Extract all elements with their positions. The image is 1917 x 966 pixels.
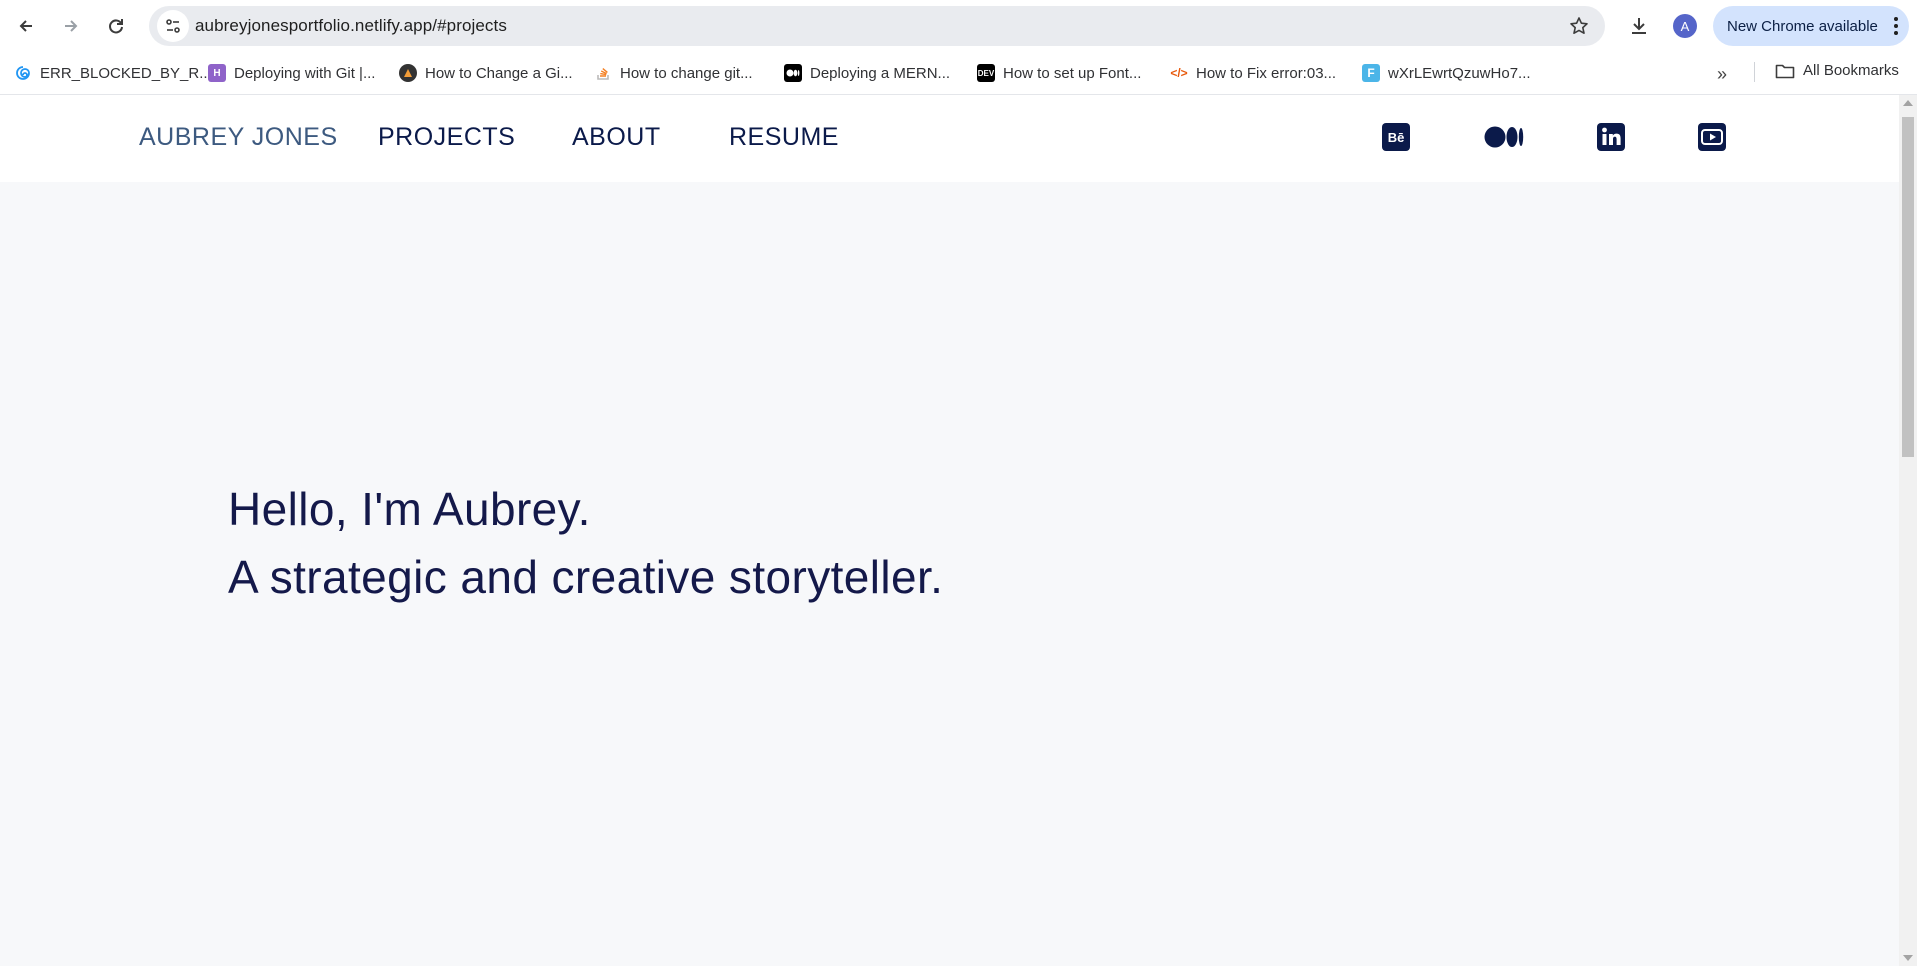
bookmark-item[interactable]: Deploying a MERN...: [784, 62, 950, 84]
hero-tagline: A strategic and creative storyteller.: [228, 551, 944, 603]
f-icon: F: [1362, 64, 1380, 82]
downloads-button[interactable]: [1625, 12, 1653, 40]
forward-button[interactable]: [55, 10, 87, 42]
folder-icon: [1775, 64, 1795, 78]
more-vert-icon: [1894, 17, 1898, 35]
swirl-icon: [14, 64, 32, 82]
download-icon: [1632, 18, 1646, 34]
update-chrome-button[interactable]: New Chrome available: [1713, 6, 1909, 46]
site-header: AUBREY JONES PROJECTS ABOUT RESUME Bē: [0, 95, 1899, 182]
back-button[interactable]: [10, 10, 42, 42]
behance-icon[interactable]: Bē: [1381, 122, 1411, 152]
more-bookmarks-chevron-icon[interactable]: »: [1717, 64, 1727, 85]
rocket-icon: [399, 64, 417, 82]
browser-toolbar: aubreyjonesportfolio.netlify.app/#projec…: [0, 0, 1917, 52]
profile-avatar[interactable]: A: [1673, 14, 1697, 38]
bookmark-label: How to set up Font...: [1003, 64, 1142, 82]
nav-projects[interactable]: PROJECTS: [378, 123, 515, 152]
scroll-down-arrow-icon[interactable]: [1903, 955, 1913, 961]
brand-link[interactable]: AUBREY JONES: [139, 123, 338, 152]
svg-text:Bē: Bē: [1388, 130, 1405, 145]
code-icon: </>: [1170, 66, 1188, 80]
url-text[interactable]: aubreyjonesportfolio.netlify.app/#projec…: [195, 16, 507, 36]
site-info-button[interactable]: [157, 10, 189, 42]
bookmark-item[interactable]: DEV How to set up Font...: [977, 62, 1141, 84]
nav-about[interactable]: ABOUT: [572, 123, 661, 152]
page-scrollbar[interactable]: [1899, 95, 1917, 966]
reload-button[interactable]: [100, 10, 132, 42]
reload-icon: [109, 19, 123, 34]
tune-icon: [166, 19, 180, 33]
forward-arrow-icon: [65, 20, 78, 32]
bookmark-label: Deploying with Git |...: [234, 64, 376, 82]
page-viewport: AUBREY JONES PROJECTS ABOUT RESUME Bē He…: [0, 95, 1899, 966]
bookmark-star-button[interactable]: [1567, 14, 1591, 38]
nav-resume[interactable]: RESUME: [729, 123, 839, 152]
youtube-icon[interactable]: [1697, 122, 1727, 152]
bookmark-item[interactable]: H Deploying with Git |...: [208, 62, 375, 84]
bookmark-label: ERR_BLOCKED_BY_R...: [40, 64, 212, 82]
heroku-icon: H: [208, 64, 226, 82]
bookmark-label: wXrLEwrtQzuwHo7...: [1388, 64, 1531, 82]
scrollbar-thumb[interactable]: [1902, 117, 1914, 457]
bookmarks-divider: [1754, 62, 1755, 82]
bookmark-label: How to Fix error:03...: [1196, 64, 1337, 82]
hero-greeting: Hello, I'm Aubrey.: [228, 483, 591, 535]
scroll-up-arrow-icon[interactable]: [1903, 100, 1913, 106]
all-bookmarks-label: All Bookmarks: [1803, 62, 1899, 79]
star-icon: [1570, 17, 1588, 34]
all-bookmarks-button[interactable]: All Bookmarks: [1775, 62, 1899, 79]
bookmark-item[interactable]: F wXrLEwrtQzuwHo7...: [1362, 62, 1531, 84]
hero-text: Hello, I'm Aubrey. A strategic and creat…: [228, 475, 943, 611]
address-bar[interactable]: aubreyjonesportfolio.netlify.app/#projec…: [149, 6, 1605, 46]
bookmark-label: Deploying a MERN...: [810, 64, 951, 82]
medium-icon[interactable]: [1484, 122, 1524, 152]
dev-icon: DEV: [977, 64, 995, 82]
back-arrow-icon: [19, 20, 32, 32]
bookmark-item[interactable]: How to Change a Gi...: [399, 62, 573, 84]
bookmark-label: How to change git...: [620, 64, 753, 82]
bookmark-item[interactable]: </> How to Fix error:03...: [1170, 62, 1336, 84]
medium-icon: [784, 64, 802, 82]
bookmarks-bar: ERR_BLOCKED_BY_R... H Deploying with Git…: [0, 52, 1917, 95]
stackoverflow-icon: [594, 64, 612, 82]
bookmark-label: How to Change a Gi...: [425, 64, 573, 82]
bookmark-item[interactable]: How to change git...: [594, 62, 753, 84]
update-chrome-label: New Chrome available: [1727, 17, 1878, 35]
bookmark-item[interactable]: ERR_BLOCKED_BY_R...: [14, 62, 212, 84]
linkedin-icon[interactable]: [1596, 122, 1626, 152]
